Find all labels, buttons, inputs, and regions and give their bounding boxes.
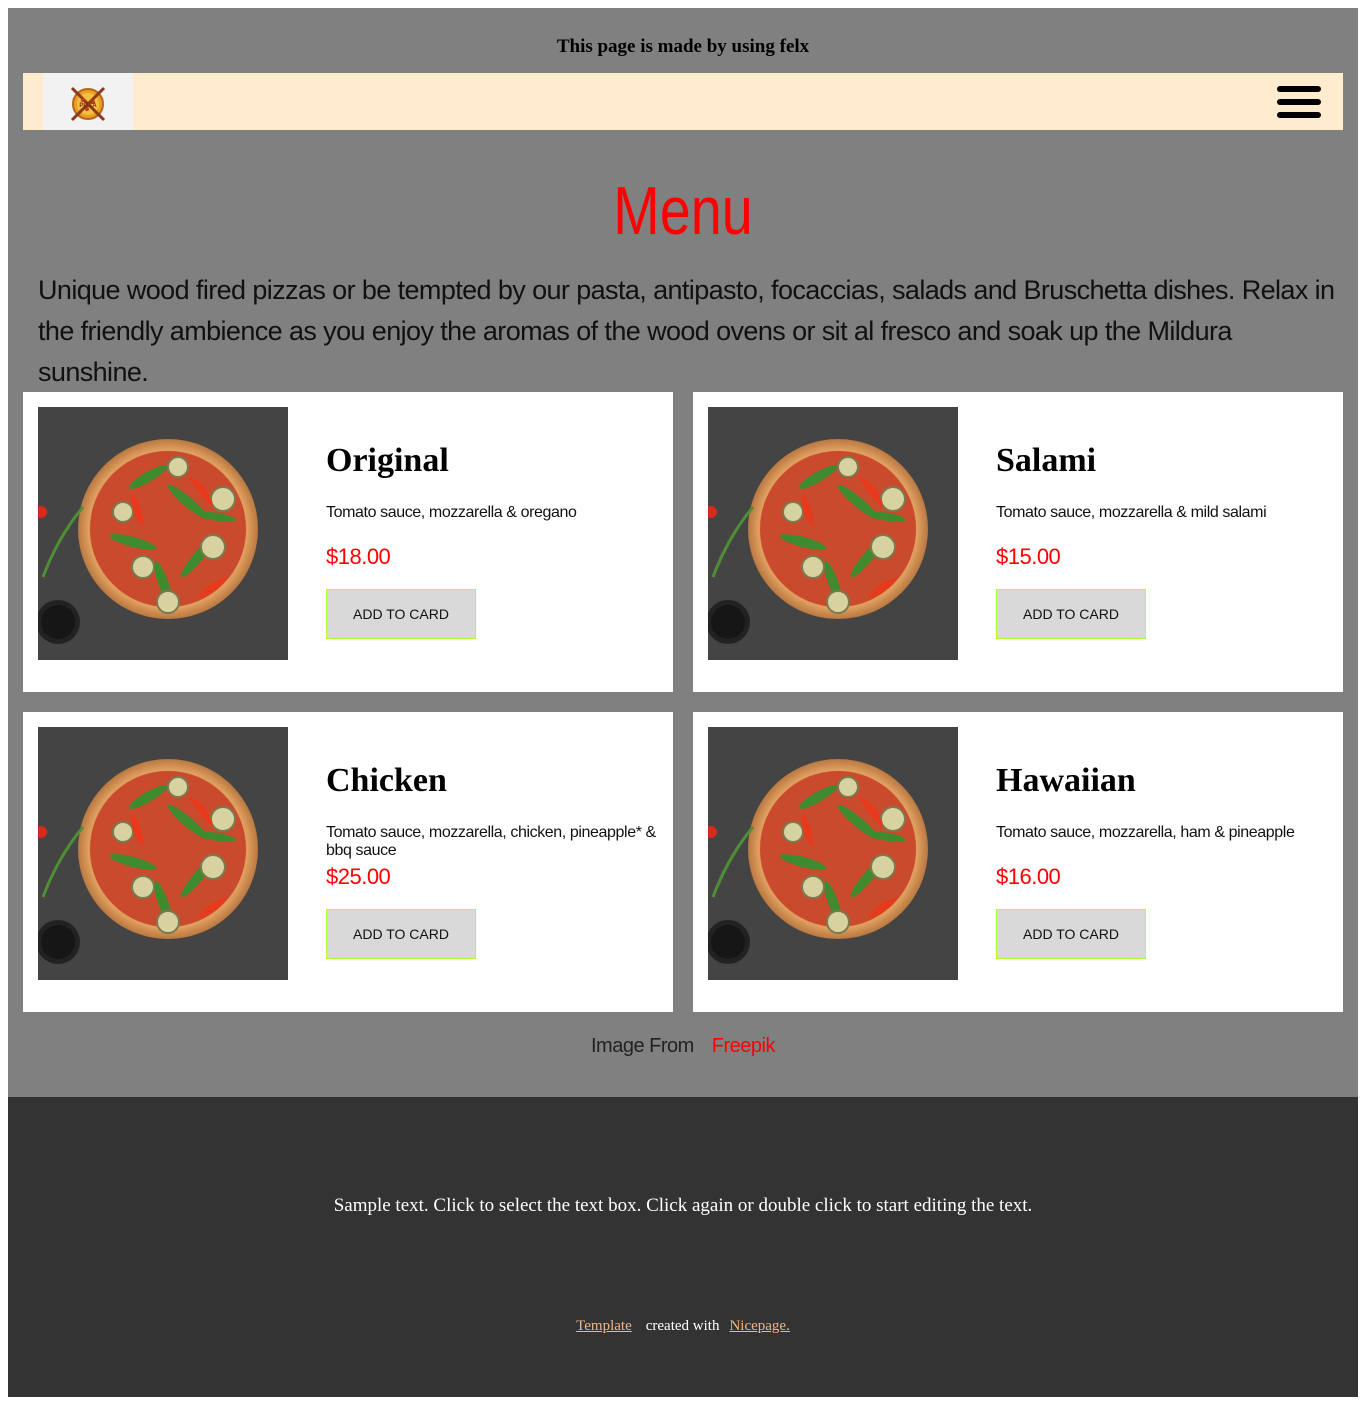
item-price: $15.00	[996, 544, 1061, 569]
item-description: Tomato sauce, mozzarella, ham & pineappl…	[996, 824, 1295, 841]
add-to-card-button[interactable]: ADD TO CARD	[996, 909, 1146, 959]
item-price: $25.00	[326, 864, 391, 889]
menu-intro: Unique wood fired pizzas or be tempted b…	[38, 275, 1335, 387]
pizza-photo	[38, 727, 288, 980]
item-description: Tomato sauce, mozzarella, chicken, pinea…	[326, 824, 656, 859]
menu-item-card: Original Tomato sauce, mozzarella & oreg…	[23, 392, 673, 692]
pizza-photo	[708, 727, 958, 980]
pizza-photo	[38, 407, 288, 660]
template-link[interactable]: Template	[576, 1318, 632, 1334]
footer-sample-text: Sample text. Click to select the text bo…	[333, 1195, 1033, 1216]
pizza-photo	[708, 407, 958, 660]
navbar: PIZZA	[23, 73, 1343, 130]
add-to-card-button[interactable]: ADD TO CARD	[326, 589, 476, 639]
nicepage-link[interactable]: Nicepage.	[729, 1318, 789, 1334]
footer-links: Template created with Nicepage.	[8, 1318, 1358, 1335]
item-name: Salami	[996, 442, 1097, 479]
item-price: $18.00	[326, 544, 391, 569]
add-to-card-button[interactable]: ADD TO CARD	[326, 909, 476, 959]
image-credit: Image From Freepik	[8, 1035, 1358, 1058]
menu-item-card: Hawaiian Tomato sauce, mozzarella, ham &…	[693, 712, 1343, 1012]
item-name: Hawaiian	[996, 762, 1136, 799]
item-description: Tomato sauce, mozzarella & oregano	[326, 504, 577, 521]
item-name: Original	[326, 442, 449, 479]
page-frame: This page is made by using felx PIZZA Me…	[8, 8, 1358, 1397]
freepik-link[interactable]: Freepik	[712, 1035, 776, 1057]
item-description: Tomato sauce, mozzarella & mild salami	[996, 504, 1267, 521]
menu-item-card: Salami Tomato sauce, mozzarella & mild s…	[693, 392, 1343, 692]
add-to-card-button[interactable]: ADD TO CARD	[996, 589, 1146, 639]
item-price: $16.00	[996, 864, 1061, 889]
image-credit-label: Image From	[590, 1035, 694, 1057]
menu-item-card: Chicken Tomato sauce, mozzarella, chicke…	[23, 712, 673, 1012]
hamburger-menu-icon[interactable]	[1277, 85, 1321, 119]
svg-text:PIZZA: PIZZA	[79, 103, 97, 109]
page-note: This page is made by using felx	[556, 36, 810, 57]
menu-title: Menu	[613, 173, 753, 249]
main-section: This page is made by using felx PIZZA Me…	[8, 8, 1358, 1097]
footer: Sample text. Click to select the text bo…	[8, 1097, 1358, 1397]
item-name: Chicken	[326, 762, 447, 799]
footer-created-with: created with	[645, 1318, 720, 1334]
pizza-logo-icon[interactable]: PIZZA	[43, 73, 133, 130]
